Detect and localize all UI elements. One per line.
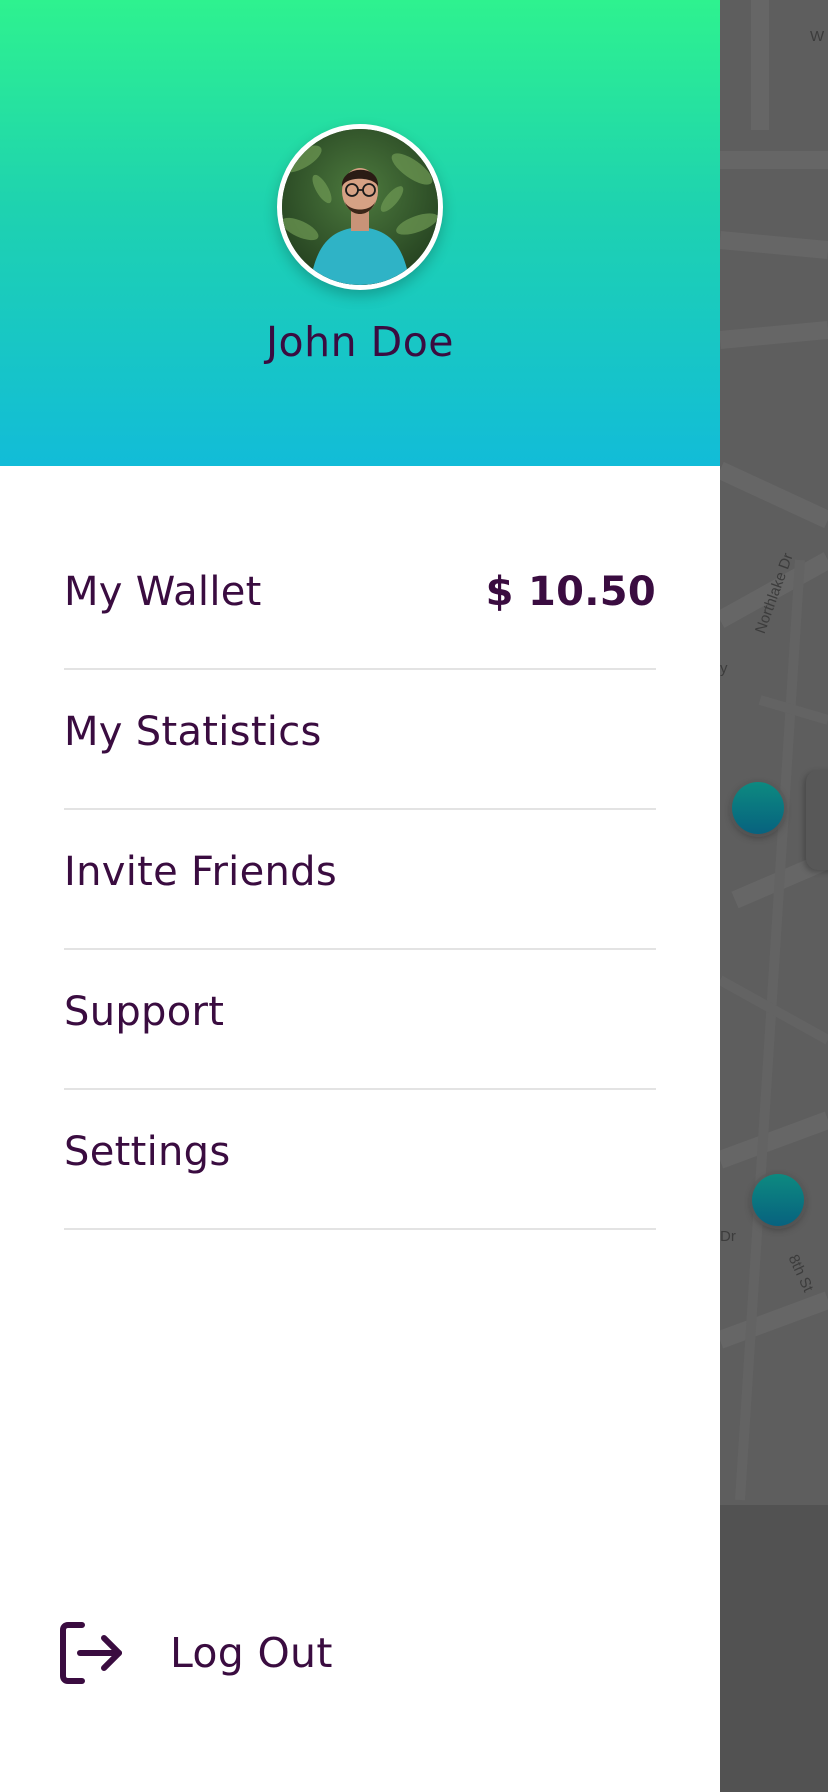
map-street-label: Dr [720,1228,736,1245]
menu-item-label: Support [64,989,225,1035]
map-card[interactable] [806,770,828,870]
menu-item-invite-friends[interactable]: Invite Friends [64,810,656,950]
avatar-photo [282,129,438,285]
map-marker[interactable] [732,782,784,834]
menu-item-label: Invite Friends [64,849,337,895]
menu-item-support[interactable]: Support [64,950,656,1090]
logout-button[interactable]: Log Out [58,1618,333,1688]
menu-item-label: My Wallet [64,569,262,615]
menu-item-my-statistics[interactable]: My Statistics [64,670,656,810]
menu-item-settings[interactable]: Settings [64,1090,656,1230]
menu-item-my-wallet[interactable]: My Wallet $ 10.50 [64,530,656,670]
navigation-drawer: John Doe My Wallet $ 10.50 My Statistics… [0,0,720,1792]
user-name: John Doe [265,318,455,366]
map-marker[interactable] [752,1174,804,1226]
drawer-menu: My Wallet $ 10.50 My Statistics Invite F… [64,530,656,1230]
wallet-balance: $ 10.50 [485,569,656,615]
logout-label: Log Out [170,1629,333,1677]
map-street-label: y [720,660,728,677]
menu-item-label: My Statistics [64,709,322,755]
menu-item-label: Settings [64,1129,231,1175]
logout-icon [58,1619,126,1687]
map-street-label: W [810,28,825,45]
avatar[interactable] [277,124,443,290]
